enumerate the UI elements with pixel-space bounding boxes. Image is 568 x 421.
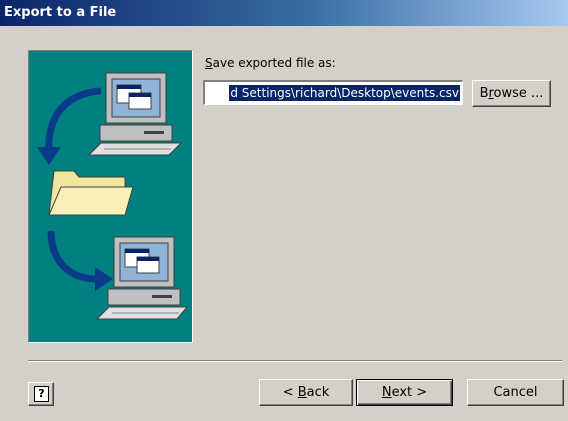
help-button[interactable]: ? bbox=[28, 382, 54, 406]
folder-icon bbox=[48, 170, 134, 216]
window-title: Export to a File bbox=[0, 0, 568, 26]
help-icon: ? bbox=[34, 386, 49, 402]
browse-button[interactable]: Browse ... bbox=[472, 80, 551, 107]
file-path-input[interactable]: d Settings\richard\Desktop\events.csv bbox=[203, 80, 463, 105]
next-button[interactable]: Next > bbox=[356, 379, 453, 406]
footer-divider bbox=[28, 360, 562, 362]
cancel-button[interactable]: Cancel bbox=[467, 379, 564, 406]
save-file-label: Save exported file as: bbox=[205, 56, 336, 70]
arrow-icon-bottom bbox=[47, 230, 113, 291]
wizard-illustration bbox=[28, 50, 193, 343]
back-button[interactable]: < Back bbox=[259, 379, 353, 406]
file-path-value: d Settings\richard\Desktop\events.csv bbox=[229, 85, 460, 101]
computer-icon-top bbox=[87, 72, 183, 156]
